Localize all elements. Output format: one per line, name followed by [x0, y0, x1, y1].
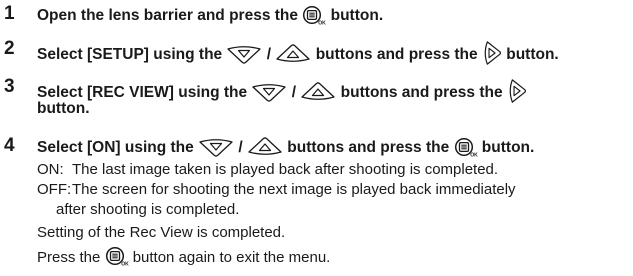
- up-arrow-button-icon: [247, 137, 283, 157]
- right-arrow-button-icon: [482, 40, 502, 66]
- menu-ok-button-icon: [302, 5, 326, 25]
- instruction-page: 1 Open the lens barrier and press the bu…: [0, 0, 633, 276]
- step-text: Select [ON] using the / buttons and pres…: [37, 137, 629, 158]
- step-text-part: Open the lens barrier and press the: [37, 7, 303, 24]
- step-number: 1: [4, 3, 15, 24]
- down-arrow-button-icon: [198, 137, 234, 157]
- menu-ok-button-icon: [454, 137, 478, 157]
- step-text-part: Select [ON] using the: [37, 139, 199, 156]
- note-exit-part: Press the: [37, 249, 105, 266]
- note-exit: Press the button again to exit the menu.: [37, 246, 330, 267]
- option-key-on: ON:: [37, 161, 64, 178]
- step-text-part: buttons and press the: [282, 139, 454, 156]
- step-text: Open the lens barrier and press the butt…: [37, 5, 629, 26]
- option-key-off: OFF:: [37, 181, 72, 198]
- step-text-part: button.: [477, 139, 535, 156]
- step-text-sep: /: [234, 139, 247, 156]
- option-desc-off: The screen for shooting the next image i…: [72, 181, 516, 198]
- step-text-part: Select [SETUP] using the: [37, 46, 227, 63]
- step-text-sep: /: [262, 46, 276, 63]
- step-text-line2: button.: [37, 100, 90, 117]
- step-text-part: button.: [501, 46, 559, 63]
- step-number: 3: [4, 76, 15, 97]
- note-completed: Setting of the Rec View is completed.: [37, 224, 286, 241]
- down-arrow-button-icon: [226, 44, 262, 64]
- option-desc-off-cont: after shooting is completed.: [56, 201, 240, 218]
- menu-ok-button-icon: [105, 246, 129, 266]
- option-desc-on: The last image taken is played back afte…: [72, 161, 499, 178]
- step-text: Select [SETUP] using the / buttons and p…: [37, 40, 629, 66]
- up-arrow-button-icon: [275, 44, 311, 64]
- step-number: 4: [4, 135, 15, 156]
- step-number: 2: [4, 38, 15, 59]
- step-text-part: buttons and press the: [311, 46, 482, 63]
- note-exit-part: button again to exit the menu.: [128, 249, 331, 266]
- step-text-part: button.: [326, 7, 384, 24]
